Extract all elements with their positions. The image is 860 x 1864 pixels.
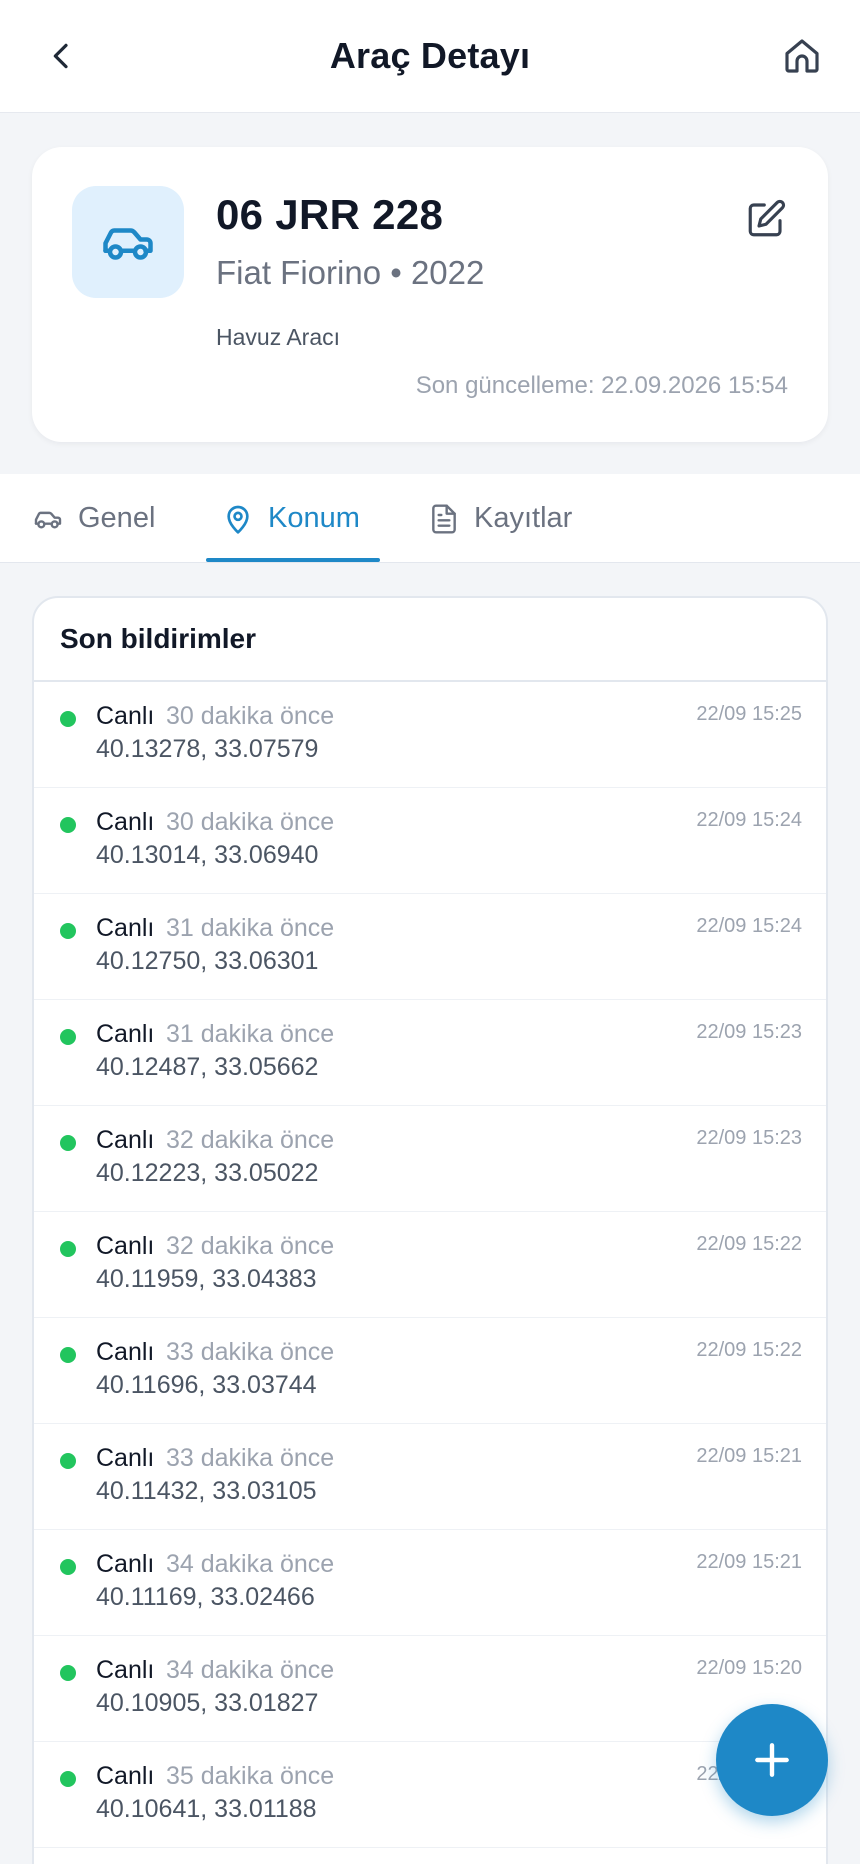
item-status: Canlı <box>96 702 155 730</box>
live-status-dot <box>60 1771 76 1787</box>
tab-konum[interactable]: Konum <box>222 474 360 563</box>
item-coords: 40.10641, 33.01188 <box>96 1795 317 1823</box>
vehicle-plate: 06 JRR 228 <box>216 191 444 238</box>
tab-label: Konum <box>268 502 360 534</box>
item-status: Canlı <box>96 914 155 942</box>
item-status: Canlı <box>96 1020 155 1048</box>
tab-genel[interactable]: Genel <box>32 474 155 563</box>
page-title: Araç Detayı <box>329 35 531 76</box>
chevron-left-icon <box>53 43 68 69</box>
item-ago: 34 dakika önce <box>166 1550 335 1578</box>
item-coords: 40.12223, 33.05022 <box>96 1159 319 1187</box>
item-ago: 33 dakika önce <box>166 1444 335 1472</box>
live-status-dot <box>60 1241 76 1257</box>
live-status-dot <box>60 817 76 833</box>
vehicle-type: Havuz Aracı <box>216 324 340 350</box>
item-coords: 40.11959, 33.04383 <box>96 1265 317 1293</box>
item-ago: 31 dakika önce <box>166 914 335 942</box>
tab-label: Genel <box>78 502 156 534</box>
last-updated: Son güncelleme: 22.09.2026 15:54 <box>415 372 788 399</box>
item-time: 22/09 15:21 <box>696 1551 802 1573</box>
item-ago: 30 dakika önce <box>166 702 335 730</box>
list-item[interactable]: Canlı 31 dakika önce 40.12750, 33.06301 … <box>34 894 826 1000</box>
add-fab-button[interactable] <box>716 1704 828 1816</box>
item-coords: 40.10905, 33.01827 <box>96 1689 319 1717</box>
item-status: Canlı <box>96 1126 155 1154</box>
item-coords: 40.13278, 33.07579 <box>96 735 319 763</box>
item-ago: 32 dakika önce <box>166 1126 335 1154</box>
item-time: 22/09 15:24 <box>696 809 802 831</box>
vehicle-summary-card: 06 JRR 228 Fiat Fiorino • 2022 Havuz Ara… <box>32 147 828 442</box>
edit-icon <box>748 199 786 237</box>
back-button[interactable] <box>36 30 88 82</box>
item-ago: 32 dakika önce <box>166 1232 335 1260</box>
item-coords: 40.13014, 33.06940 <box>96 841 319 869</box>
item-status: Canlı <box>96 1232 155 1260</box>
live-status-dot <box>60 1347 76 1363</box>
panel-title: Son bildirimler <box>34 598 826 682</box>
item-time: 22/09 15:25 <box>696 703 802 725</box>
list-item[interactable]: Canlı 33 dakika önce 40.11432, 33.03105 … <box>34 1424 826 1530</box>
item-time: 22/09 15:23 <box>696 1021 802 1043</box>
item-time: 22/09 15:22 <box>696 1233 802 1255</box>
car-icon <box>34 511 62 528</box>
document-icon <box>432 503 456 534</box>
item-ago: 35 dakika önce <box>166 1762 335 1790</box>
live-status-dot <box>60 923 76 939</box>
location-pin-icon <box>227 505 249 534</box>
list-item[interactable]: Canlı 32 dakika önce 40.12223, 33.05022 … <box>34 1106 826 1212</box>
item-coords: 40.11169, 33.02466 <box>96 1583 315 1611</box>
edit-vehicle-button[interactable] <box>740 193 792 245</box>
item-ago: 30 dakika önce <box>166 808 335 836</box>
home-button[interactable] <box>774 28 830 84</box>
top-app-bar: Araç Detayı <box>0 0 860 113</box>
item-coords: 40.11432, 33.03105 <box>96 1477 317 1505</box>
vehicle-avatar <box>72 186 184 298</box>
item-coords: 40.12487, 33.05662 <box>96 1053 319 1081</box>
item-time: 22/09 15:24 <box>696 915 802 937</box>
item-status: Canlı <box>96 1338 155 1366</box>
live-status-dot <box>60 1029 76 1045</box>
item-status: Canlı <box>96 1550 155 1578</box>
tab-kayitlar[interactable]: Kayıtlar <box>428 474 572 563</box>
list-item[interactable]: Canlı 33 dakika önce 40.11696, 33.03744 … <box>34 1318 826 1424</box>
list-item[interactable]: Canlı 30 dakika önce 40.13014, 33.06940 … <box>34 788 826 894</box>
live-status-dot <box>60 711 76 727</box>
tab-label: Kayıtlar <box>474 502 573 534</box>
item-time: 22/09 15:20 <box>696 1657 802 1679</box>
item-status: Canlı <box>96 808 155 836</box>
item-ago: 31 dakika önce <box>166 1020 335 1048</box>
item-status: Canlı <box>96 1444 155 1472</box>
item-time: 22/09 15:22 <box>696 1339 802 1361</box>
notifications-panel: Son bildirimler Canlı 30 dakika önce 40.… <box>32 596 828 1864</box>
live-status-dot <box>60 1559 76 1575</box>
home-icon <box>785 39 819 73</box>
list-item[interactable]: Canlı 34 dakika önce 40.10905, 33.01827 … <box>34 1636 826 1742</box>
car-icon <box>103 228 153 260</box>
item-ago: 34 dakika önce <box>166 1656 335 1684</box>
item-time: 22/09 15:23 <box>696 1127 802 1149</box>
tab-bar: Genel Konum Kayıtlar <box>0 474 860 563</box>
plus-icon <box>755 1743 789 1777</box>
item-time: 22/09 15:21 <box>696 1445 802 1467</box>
list-item[interactable]: Canlı 30 dakika önce 40.13278, 33.07579 … <box>34 682 826 788</box>
item-ago: 33 dakika önce <box>166 1338 335 1366</box>
list-item[interactable]: Canlı 31 dakika önce 40.12487, 33.05662 … <box>34 1000 826 1106</box>
item-coords: 40.12750, 33.06301 <box>96 947 319 975</box>
list-item[interactable]: Canlı 35 dakika önce 40.10641, 33.01188 … <box>34 1742 826 1848</box>
vehicle-model: Fiat Fiorino • 2022 <box>216 254 485 291</box>
item-status: Canlı <box>96 1656 155 1684</box>
live-status-dot <box>60 1135 76 1151</box>
item-coords: 40.11696, 33.03744 <box>96 1371 317 1399</box>
list-item[interactable]: Canlı 32 dakika önce 40.11959, 33.04383 … <box>34 1212 826 1318</box>
item-status: Canlı <box>96 1762 155 1790</box>
list-item[interactable]: Canlı 34 dakika önce 40.11169, 33.02466 … <box>34 1530 826 1636</box>
live-status-dot <box>60 1665 76 1681</box>
live-status-dot <box>60 1453 76 1469</box>
active-tab-indicator <box>206 558 380 562</box>
